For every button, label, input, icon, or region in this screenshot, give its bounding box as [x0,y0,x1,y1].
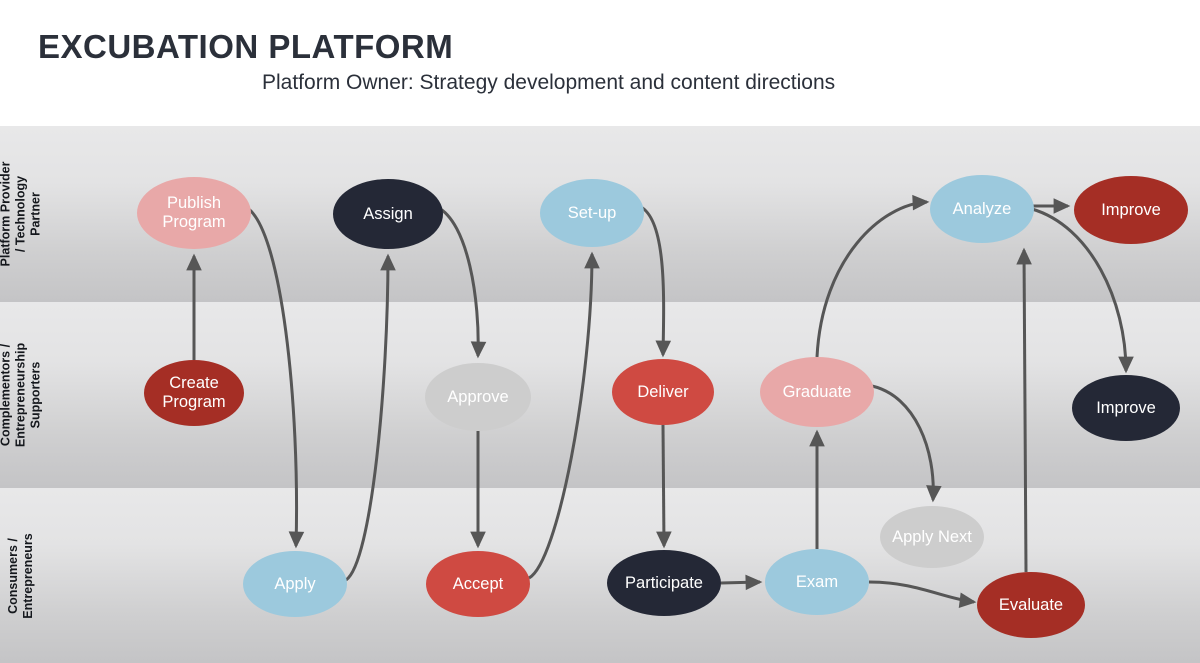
swimlane-label-line: Partner [28,192,43,236]
swimlane-label-text: Complementors /EntrepreneurshipSupporter… [0,343,42,447]
node-graduate[interactable]: Graduate [760,357,874,427]
node-assign[interactable]: Assign [333,179,443,249]
swimlane-label-line: / Technology [13,175,28,253]
node-set-up[interactable]: Set-up [540,179,644,247]
node-accept[interactable]: Accept [426,551,530,617]
swimlane-label-text: Consumers / Entrepreneurs [6,533,36,618]
node-evaluate[interactable]: Evaluate [977,572,1085,638]
swimlane-label-platform-provider: Platform Provider / Technology Partner [0,126,42,302]
diagram-header: EXCUBATION PLATFORM Platform Owner: Stra… [0,0,1200,126]
node-exam[interactable]: Exam [765,549,869,615]
node-apply-next[interactable]: Apply Next [880,506,984,568]
swimlane-label-complementors: Complementors /EntrepreneurshipSupporter… [0,302,42,488]
node-improve-dark[interactable]: Improve [1072,375,1180,441]
node-participate[interactable]: Participate [607,550,721,616]
node-approve[interactable]: Approve [425,363,531,431]
node-deliver[interactable]: Deliver [612,359,714,425]
swimlane-label-line: Supporters [28,361,43,429]
swimlane-label-line: Entrepreneurship [13,342,28,448]
swimlane-label-line: Complementors / [0,344,13,447]
swimlane-label-line: Platform Provider [0,161,13,267]
swimlane-label-text: Platform Provider / Technology Partner [0,162,42,267]
node-apply[interactable]: Apply [243,551,347,617]
node-create-program[interactable]: Create Program [144,360,244,426]
node-publish-program[interactable]: Publish Program [137,177,251,249]
node-analyze[interactable]: Analyze [930,175,1034,243]
page-subtitle: Platform Owner: Strategy development and… [262,71,836,94]
excubation-platform-diagram: EXCUBATION PLATFORM Platform Owner: Stra… [0,0,1200,663]
swimlane-label-line: Entrepreneurs [21,532,35,619]
node-improve-red[interactable]: Improve [1074,176,1188,244]
swimlane-label-line: Consumers / [6,537,20,614]
page-title: EXCUBATION PLATFORM [38,28,454,65]
swimlane-label-consumers: Consumers / Entrepreneurs [0,488,42,663]
